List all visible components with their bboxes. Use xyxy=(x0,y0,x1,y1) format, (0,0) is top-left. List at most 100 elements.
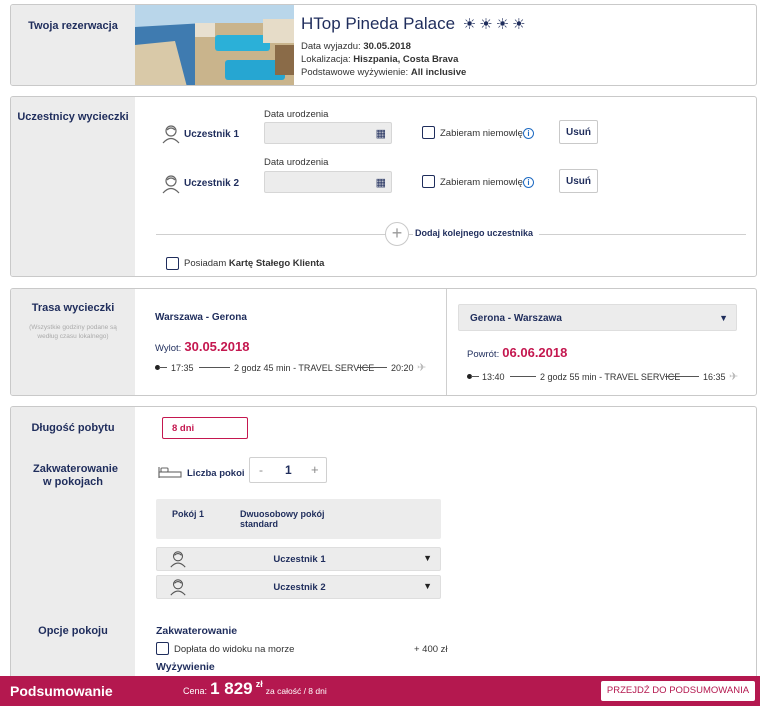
board-value: All inclusive xyxy=(410,67,467,78)
birth-date-field-2[interactable]: ▦ xyxy=(264,171,392,193)
go-to-summary-button[interactable]: PRZEJDŹ DO PODSUMOWANIA xyxy=(601,681,755,701)
route-divider xyxy=(446,289,447,395)
participant-2-name: Uczestnik 2 xyxy=(184,178,240,189)
loyalty-checkbox[interactable] xyxy=(166,257,179,270)
outbound-route-title: Warszawa - Gerona xyxy=(155,312,247,323)
rooms-count-label: Liczba pokoi xyxy=(187,468,245,479)
return-date: Powrót: 06.06.2018 xyxy=(467,345,567,360)
departure-value: 30.05.2018 xyxy=(363,41,411,52)
summary-bar: Podsumowanie Cena: 1 829 zł za całość / … xyxy=(0,676,760,706)
return-arr-time: 16:35 xyxy=(703,372,726,382)
board-label: Podstawowe wyżywienie: xyxy=(301,67,409,78)
stay-length-label: Długość pobytu xyxy=(31,422,115,434)
hotel-photo xyxy=(135,5,294,85)
outbound-date-label: Wylot: xyxy=(155,343,182,354)
remove-participant-2-button[interactable]: Usuń xyxy=(559,169,598,193)
rooms-plus-button[interactable]: + xyxy=(311,462,319,477)
rooms-count-value: 1 xyxy=(285,463,292,477)
person-icon xyxy=(160,124,182,144)
chevron-down-icon[interactable]: ▼ xyxy=(423,553,432,563)
return-date-value: 06.06.2018 xyxy=(502,345,568,360)
birth-date-field-1[interactable]: ▦ xyxy=(264,122,392,144)
price-note: za całość / 8 dni xyxy=(265,686,327,696)
timeline-line xyxy=(357,367,387,368)
reservation-section: Twoja rezerwacja HTop Pineda Palace ☀☀☀☀… xyxy=(10,4,757,86)
infant-label: Zabieram niemowlę xyxy=(440,128,523,139)
route-section: Trasa wycieczki (Wszystkie godziny podan… xyxy=(10,288,757,396)
route-side-note: (Wszystkie godziny podane są według czas… xyxy=(29,324,117,340)
room-participant-1-value: Uczestnik 1 xyxy=(273,554,326,565)
chevron-down-icon[interactable]: ▼ xyxy=(423,581,432,591)
location-label: Lokalizacja: xyxy=(301,54,351,65)
timeline-line xyxy=(471,376,479,377)
options-accommodation-heading: Zakwaterowanie xyxy=(156,625,238,637)
birth-date-label: Data urodzenia xyxy=(264,109,329,120)
room-participant-2-value: Uczestnik 2 xyxy=(273,582,326,593)
hotel-name[interactable]: HTop Pineda Palace ☀☀☀☀ xyxy=(301,14,529,34)
info-icon[interactable]: i xyxy=(523,177,534,188)
loyalty-label: Posiadam Kartę Stałego Klienta xyxy=(184,258,324,269)
calendar-icon[interactable]: ▦ xyxy=(376,127,386,140)
infant-checkbox-1[interactable] xyxy=(422,126,435,139)
room-participant-select-1[interactable]: Uczestnik 1 ▼ xyxy=(156,547,441,571)
sea-view-label: Dopłata do widoku na morze xyxy=(174,644,295,655)
stay-section: Długość pobytu Zakwaterowanie w pokojach… xyxy=(10,406,757,691)
outbound-carrier: TRAVEL SERVICE xyxy=(298,363,375,373)
star-icon: ☀ xyxy=(495,16,513,33)
return-route-value: Gerona - Warszawa xyxy=(470,313,562,324)
timeline-line xyxy=(159,367,167,368)
room-name: Pokój 1 xyxy=(172,509,205,519)
reservation-side-title: Twoja rezerwacja xyxy=(28,20,118,32)
room-participant-select-2[interactable]: Uczestnik 2 ▼ xyxy=(156,575,441,599)
room-type: Dwuosobowy pokój standard xyxy=(240,509,325,529)
add-participant-button[interactable]: + xyxy=(385,222,409,246)
return-date-label: Powrót: xyxy=(467,349,500,360)
stay-length-value: 8 dni xyxy=(172,423,195,434)
sea-view-checkbox[interactable] xyxy=(156,642,169,655)
add-participant-label[interactable]: Dodaj kolejnego uczestnika xyxy=(413,228,540,238)
outbound-dep-time: 17:35 xyxy=(171,363,194,373)
chevron-down-icon[interactable]: ▼ xyxy=(719,313,728,323)
hotel-name-text: HTop Pineda Palace xyxy=(301,14,456,33)
outbound-date-value: 30.05.2018 xyxy=(184,339,250,354)
timeline-line xyxy=(665,376,699,377)
return-duration: 2 godz 55 min - TRAVEL SERVICE xyxy=(540,372,680,382)
outbound-arr-time: 20:20 xyxy=(391,363,414,373)
route-side: Trasa wycieczki (Wszystkie godziny podan… xyxy=(11,289,135,395)
timeline-line xyxy=(199,367,230,368)
board-line: Podstawowe wyżywienie: All inclusive xyxy=(301,67,466,78)
outbound-duration-text: 2 godz 45 min xyxy=(234,363,291,373)
route-side-title: Trasa wycieczki xyxy=(31,302,115,314)
return-route-select[interactable]: Gerona - Warszawa ▼ xyxy=(458,304,737,331)
return-dep-time: 13:40 xyxy=(482,372,505,382)
infant-label: Zabieram niemowlę xyxy=(440,177,523,188)
info-icon[interactable]: i xyxy=(523,128,534,139)
participants-side-title: Uczestnicy wycieczki xyxy=(17,111,129,123)
return-carrier: TRAVEL SERVICE xyxy=(604,372,681,382)
location-value: Hiszpania, Costa Brava xyxy=(353,54,459,65)
price-label: Cena: xyxy=(183,686,208,696)
return-duration-text: 2 godz 55 min xyxy=(540,372,597,382)
calendar-icon[interactable]: ▦ xyxy=(376,176,386,189)
departure-line: Data wyjazdu: 30.05.2018 xyxy=(301,41,411,52)
remove-participant-1-button[interactable]: Usuń xyxy=(559,120,598,144)
outbound-date: Wylot: 30.05.2018 xyxy=(155,339,249,354)
reservation-side: Twoja rezerwacja xyxy=(11,5,135,85)
infant-checkbox-2[interactable] xyxy=(422,175,435,188)
rooms-minus-button[interactable]: - xyxy=(259,463,263,477)
plane-icon: ✈ xyxy=(417,362,427,374)
plane-icon: ✈ xyxy=(729,371,739,383)
star-icon: ☀ xyxy=(512,16,529,33)
price-currency: zł xyxy=(255,679,263,689)
stay-side: Długość pobytu Zakwaterowanie w pokojach… xyxy=(11,407,135,691)
rooms-stepper[interactable]: - 1 + xyxy=(249,457,327,483)
participants-section: Uczestnicy wycieczki Uczestnik 1 Data ur… xyxy=(10,96,757,277)
location-line: Lokalizacja: Hiszpania, Costa Brava xyxy=(301,54,458,65)
loyalty-card-text: Kartę Stałego Klienta xyxy=(228,258,325,269)
departure-label: Data wyjazdu: xyxy=(301,41,361,52)
stay-length-select[interactable]: 8 dni xyxy=(162,417,248,439)
star-icon: ☀ xyxy=(462,16,480,33)
summary-title: Podsumowanie xyxy=(10,683,113,699)
birth-date-label: Data urodzenia xyxy=(264,157,329,168)
person-icon xyxy=(160,174,182,194)
